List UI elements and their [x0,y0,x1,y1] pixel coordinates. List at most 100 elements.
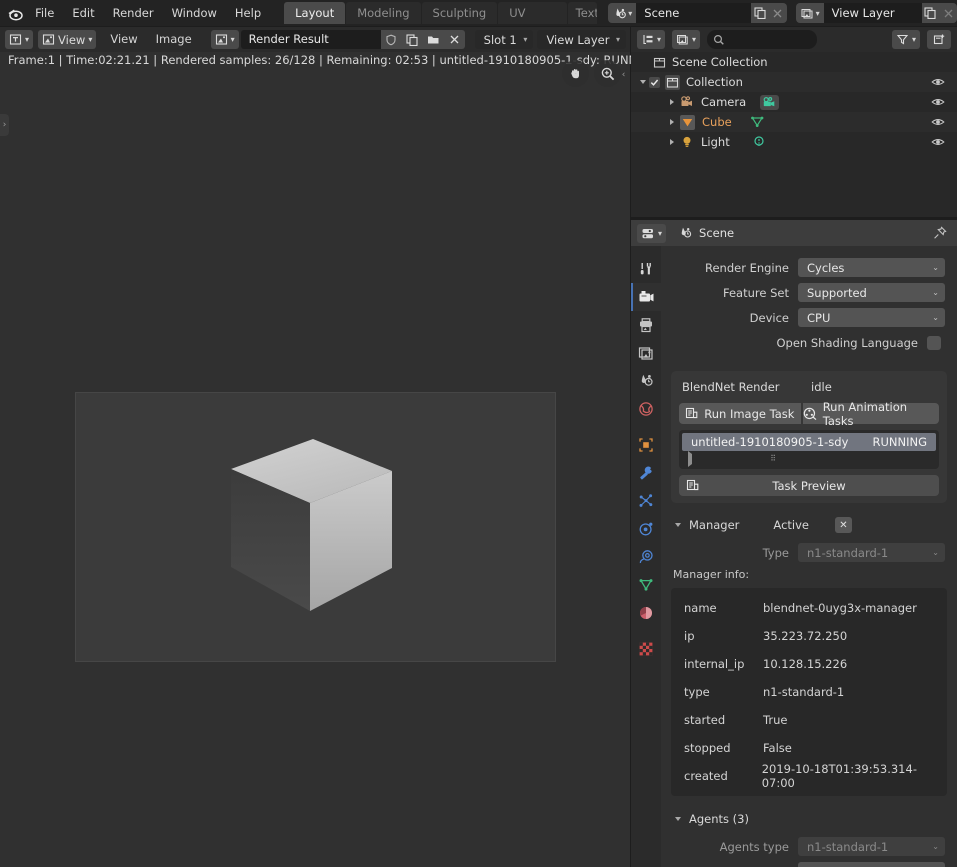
new-collection-icon[interactable] [927,30,951,49]
visibility-eye-icon[interactable] [931,75,945,89]
properties-tab-render[interactable] [631,283,661,311]
properties-editor-icon[interactable]: ▾ [637,223,667,243]
render-slot-selector[interactable]: Slot 1 ▾ [474,30,534,49]
workspace-tab-sculpting[interactable]: Sculpting [421,2,498,24]
info-key: stopped [684,741,731,755]
properties-tab-material[interactable] [631,599,661,627]
view-layer-icon[interactable]: ▾ [795,3,824,23]
fake-user-icon[interactable] [380,30,402,49]
properties-tab-scene[interactable] [631,367,661,395]
properties-tab-modifiers[interactable] [631,459,661,487]
menu-file[interactable]: File [26,0,63,26]
properties-content: Render Engine Cycles ⌄ Feature Set Suppo… [661,246,957,867]
pin-icon[interactable] [933,226,947,240]
run-image-task-button[interactable]: Run Image Task [679,403,801,424]
properties-tab-data[interactable] [631,571,661,599]
properties-tab-particles[interactable] [631,487,661,515]
image-duplicate-icon[interactable] [401,30,423,49]
duplicate-icon[interactable] [751,3,769,23]
menu-render[interactable]: Render [104,0,163,26]
viewlayer-name[interactable]: View Layer [823,3,922,23]
menu-edit[interactable]: Edit [63,0,103,26]
manager-close-button[interactable]: ✕ [835,517,852,533]
disclosure-triangle[interactable] [667,99,677,105]
outliner-row-light[interactable]: Light [631,132,957,152]
properties-tab-constraints[interactable] [631,543,661,571]
manager-type-select[interactable]: n1-standard-1 ⌄ [798,543,945,562]
outliner-row-camera[interactable]: Camera [631,92,957,112]
agents-section-header[interactable]: Agents (3) [661,808,957,830]
task-list: untitled-1910180905-1-sdy RUNNING ⠿ [679,430,939,469]
image-mode-selector[interactable]: View ▾ [38,30,97,49]
properties-tab-output[interactable] [631,311,661,339]
outliner-display-mode-icon[interactable]: ▾ [637,30,666,49]
manager-section-header[interactable]: Manager Active ✕ [661,514,957,536]
viewlayer-close-icon[interactable] [939,3,957,23]
visibility-eye-icon[interactable] [931,135,945,149]
visibility-eye-icon[interactable] [931,95,945,109]
collection-enable-checkbox[interactable] [649,76,660,88]
outliner-scope-icon[interactable]: ▾ [672,30,701,49]
editor-type-icon[interactable]: ▾ [5,30,34,49]
menu-help[interactable]: Help [226,0,270,26]
scene-datablock: ▾ Scene [608,3,787,23]
viewlayer-duplicate-icon[interactable] [921,3,940,23]
disclosure-triangle[interactable] [637,80,649,84]
render-engine-select[interactable]: Cycles ⌄ [798,258,945,277]
feature-set-select[interactable]: Supported ⌄ [798,283,945,302]
expand-triangle-icon[interactable] [688,450,692,467]
image-canvas[interactable]: Frame:1 | Time:02:21.21 | Rendered sampl… [0,52,658,867]
outliner-row-collection[interactable]: Collection [631,72,957,92]
run-animation-tasks-button[interactable]: Run Animation Tasks [802,400,939,428]
properties-tab-physics[interactable] [631,515,661,543]
image-name-field[interactable]: Render Result [240,30,381,49]
info-value: False [763,741,792,755]
properties-tab-view-layer[interactable] [631,339,661,367]
scene-close-icon[interactable] [768,3,787,23]
visibility-eye-icon[interactable] [931,115,945,129]
agents-max-value[interactable]: 3 [798,862,945,867]
properties-tab-object[interactable] [631,431,661,459]
properties-tab-texture[interactable] [631,635,661,663]
light-data-icon[interactable] [752,135,766,149]
agents-type-select[interactable]: n1-standard-1 ⌄ [798,837,945,856]
info-key: name [684,601,717,615]
view-layer-selector[interactable]: View Layer ▾ [537,30,626,49]
sidebar-toggle-right[interactable]: ‹ [619,64,628,86]
scene-icon[interactable]: ▾ [608,3,637,23]
grip-dots-icon[interactable]: ⠿ [770,454,777,463]
outliner-label-scene-collection: Scene Collection [672,55,768,69]
workspace-tab-modeling[interactable]: Modeling [346,2,421,24]
info-row-ip: ip 35.223.72.250 [671,622,947,650]
device-select[interactable]: CPU ⌄ [798,308,945,327]
properties-tab-world[interactable] [631,395,661,423]
image-editor-menu-view[interactable]: View [101,27,146,52]
task-preview-button[interactable]: Task Preview [679,475,939,496]
menu-window[interactable]: Window [163,0,226,26]
image-editor-menu-image[interactable]: Image [147,27,201,52]
outliner-row-cube[interactable]: Cube [631,112,957,132]
task-list-item[interactable]: untitled-1910180905-1-sdy RUNNING [682,433,936,451]
pan-hand-icon[interactable] [562,60,589,87]
scene-name[interactable]: Scene [636,3,752,23]
workspace-tab-uv-editing[interactable]: UV Editing [498,2,567,42]
osl-checkbox[interactable] [927,335,941,350]
camera-data-icon[interactable] [760,94,780,110]
folder-open-icon[interactable] [422,30,444,49]
outliner-row-scene-collection[interactable]: Scene Collection [631,52,957,72]
sidebar-toggle-left[interactable]: › [0,114,9,136]
image-datablock-icon[interactable]: ▾ [210,30,239,49]
rendered-image [75,392,556,662]
properties-tab-tool[interactable] [631,255,661,283]
workspace-tab-layout[interactable]: Layout [284,2,346,24]
blender-logo-icon[interactable] [4,0,26,26]
image-close-icon[interactable] [443,30,465,49]
filter-funnel-icon[interactable]: ▾ [891,30,920,49]
search-input[interactable] [707,30,818,49]
render-status-text: Frame:1 | Time:02:21.21 | Rendered sampl… [8,53,659,67]
disclosure-triangle[interactable] [667,119,677,125]
zoom-in-icon[interactable] [594,60,621,87]
workspace-tab-texturing[interactable]: Textur [567,2,598,24]
mesh-data-icon[interactable] [750,115,765,129]
disclosure-triangle[interactable] [667,139,677,145]
